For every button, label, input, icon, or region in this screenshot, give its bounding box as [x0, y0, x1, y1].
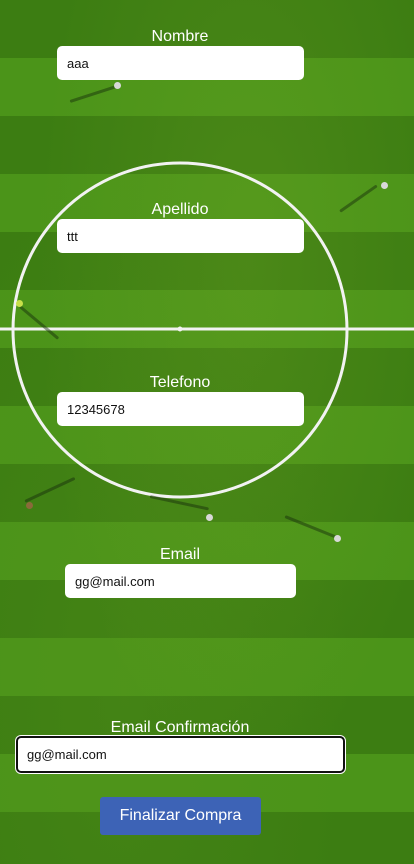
nombre-label: Nombre	[151, 28, 209, 45]
player	[334, 535, 341, 542]
telefono-input[interactable]	[57, 392, 304, 426]
center-spot	[177, 326, 183, 332]
finalizar-compra-button[interactable]: Finalizar Compra	[100, 797, 261, 835]
apellido-label: Apellido	[151, 201, 209, 218]
player	[16, 300, 23, 307]
email-label: Email	[159, 546, 200, 563]
player	[114, 82, 121, 89]
nombre-input[interactable]	[57, 46, 304, 80]
player	[206, 514, 213, 521]
apellido-input[interactable]	[57, 219, 304, 253]
email-confirmacion-label: Email Confirmación	[110, 719, 250, 736]
email-input[interactable]	[65, 564, 296, 598]
email-confirmacion-input[interactable]	[16, 736, 345, 773]
player	[381, 182, 388, 189]
player	[26, 502, 33, 509]
telefono-label: Telefono	[149, 374, 211, 391]
